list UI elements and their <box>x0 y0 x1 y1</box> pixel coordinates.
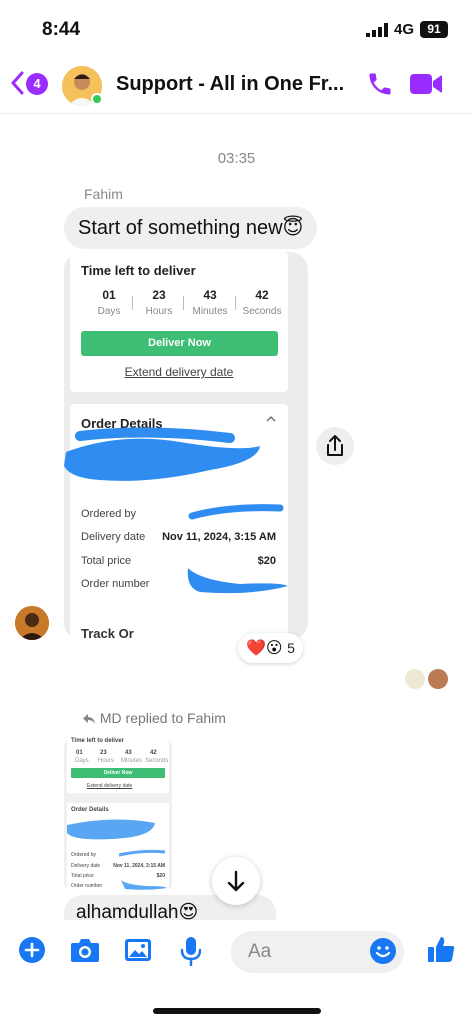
read-receipt-avatar <box>405 669 425 689</box>
thumb-details-card: Order Details Ordered by Delivery date N… <box>67 803 169 894</box>
camera-icon[interactable] <box>69 936 101 964</box>
chevron-up-icon <box>266 416 276 422</box>
track-order-label: Track Or <box>81 626 134 641</box>
thumb-row-label: Ordered by <box>71 852 97 858</box>
plus-icon[interactable] <box>18 936 46 964</box>
delivery-date-label: Delivery date <box>81 531 146 543</box>
status-time: 8:44 <box>42 19 81 40</box>
video-call-icon[interactable] <box>409 72 443 96</box>
scroll-to-bottom-button[interactable] <box>212 857 260 905</box>
reply-arrow-icon <box>83 714 95 725</box>
time-left-title: Time left to deliver <box>81 263 196 278</box>
redaction-scribble <box>67 819 155 840</box>
thumb-timer-unit: Days <box>75 758 89 764</box>
total-price-label: Total price <box>81 555 132 567</box>
delivery-date-value: Nov 11, 2024, 3:15 AM <box>162 531 276 543</box>
thumb-timer-unit: Hours <box>98 758 115 764</box>
avatar-image <box>15 606 49 640</box>
timer-minutes: 43 Minutes <box>187 288 233 317</box>
thumb-row-label: Order number <box>71 883 103 889</box>
redaction-scribble <box>118 849 166 857</box>
message-reactions[interactable]: ❤️😮 5 <box>238 633 303 663</box>
arrow-down-icon <box>227 870 245 892</box>
timer-value: 42 <box>255 288 269 302</box>
timer-unit: Minutes <box>192 306 228 317</box>
replied-image-thumbnail[interactable]: Time left to deliver 01 Days 23 Hours 43… <box>64 736 172 894</box>
message-timestamp: 03:35 <box>217 150 256 167</box>
unread-count-badge: 4 <box>26 73 48 95</box>
timer-divider <box>235 296 236 310</box>
share-button[interactable] <box>316 427 354 465</box>
thumb-row-value: Nov 11, 2024, 3:15 AM <box>113 863 165 869</box>
timer-divider <box>183 296 184 310</box>
thumb-timer-value: 23 <box>100 750 107 756</box>
timer-seconds: 42 Seconds <box>239 288 285 317</box>
thumb-details-title: Order Details <box>71 807 109 813</box>
ordered-by-label: Ordered by <box>81 508 137 520</box>
redaction-scribble <box>187 568 288 594</box>
thumb-row-label: Delivery date <box>71 863 101 869</box>
message-input-placeholder: Aa <box>248 941 272 962</box>
thumb-timer-unit: Seconds <box>145 758 169 764</box>
thumb-timer-unit: Minutes <box>121 758 143 764</box>
chevron-left-icon <box>11 71 24 95</box>
timer-unit: Hours <box>145 306 173 317</box>
home-indicator <box>153 1008 321 1014</box>
thumb-timer-value: 43 <box>125 750 132 756</box>
thumb-row-label: Total price <box>71 873 94 879</box>
timer-days: 01 Days <box>86 288 132 317</box>
deliver-now-button: Deliver Now <box>81 331 278 356</box>
gallery-icon[interactable] <box>123 936 153 964</box>
thumb-timer-card: Time left to deliver 01 Days 23 Hours 43… <box>67 736 169 793</box>
delivery-countdown: 01 Days 23 Hours 43 Minutes 42 Seconds <box>86 288 286 322</box>
signal-strength-icon <box>366 23 388 37</box>
thumb-timer-value: 42 <box>150 750 157 756</box>
thumb-extend-link: Extend delivery date <box>87 783 133 789</box>
timer-value: 01 <box>102 288 116 302</box>
thumbs-up-icon[interactable] <box>426 934 456 964</box>
order-details-card: Order Details Ordered by Delivery date N… <box>64 404 288 640</box>
reply-indicator: MD replied to Fahim <box>82 710 226 726</box>
delivery-timer-card: Time left to deliver 01 Days 23 Hours 43… <box>70 252 288 392</box>
thumb-title: Time left to deliver <box>71 738 124 744</box>
timer-divider <box>132 296 133 310</box>
phone-call-icon[interactable] <box>366 70 394 98</box>
thumb-timer-value: 01 <box>76 750 83 756</box>
reaction-emojis: ❤️😮 <box>246 640 283 657</box>
sender-avatar[interactable] <box>15 606 49 640</box>
reaction-count: 5 <box>287 640 295 656</box>
reply-label-text: MD replied to Fahim <box>99 710 226 726</box>
image-message[interactable]: Time left to deliver 01 Days 23 Hours 43… <box>64 252 308 640</box>
status-bar: 8:44 4G 91 <box>0 0 473 56</box>
microphone-icon[interactable] <box>180 936 202 966</box>
extend-delivery-link: Extend delivery date <box>124 365 234 379</box>
redaction-scribble <box>188 504 284 520</box>
message-bubble[interactable]: Start of something new😇 <box>64 207 318 249</box>
chat-header: 4 Support - All in One Fr... <box>0 56 473 114</box>
read-receipt-avatar <box>428 669 448 689</box>
battery-icon: 91 <box>420 21 448 38</box>
thumb-deliver-label: Deliver Now <box>103 770 133 776</box>
share-icon <box>327 435 343 456</box>
back-button[interactable]: 4 <box>10 69 50 97</box>
timer-value: 23 <box>152 288 166 302</box>
chat-title[interactable]: Support - All in One Fr... <box>116 73 344 96</box>
timer-unit: Seconds <box>242 306 282 317</box>
emoji-icon[interactable] <box>369 937 397 965</box>
redaction-scribble <box>64 427 260 481</box>
online-status-dot <box>91 93 103 105</box>
thumb-deliver-button: Deliver Now <box>71 768 165 778</box>
timer-value: 43 <box>203 288 217 302</box>
order-number-label: Order number <box>81 578 150 590</box>
timer-hours: 23 Hours <box>136 288 182 317</box>
redaction-scribble <box>121 880 167 890</box>
sender-name: Fahim <box>84 186 123 202</box>
network-type: 4G <box>394 21 415 38</box>
timer-unit: Days <box>97 306 121 317</box>
